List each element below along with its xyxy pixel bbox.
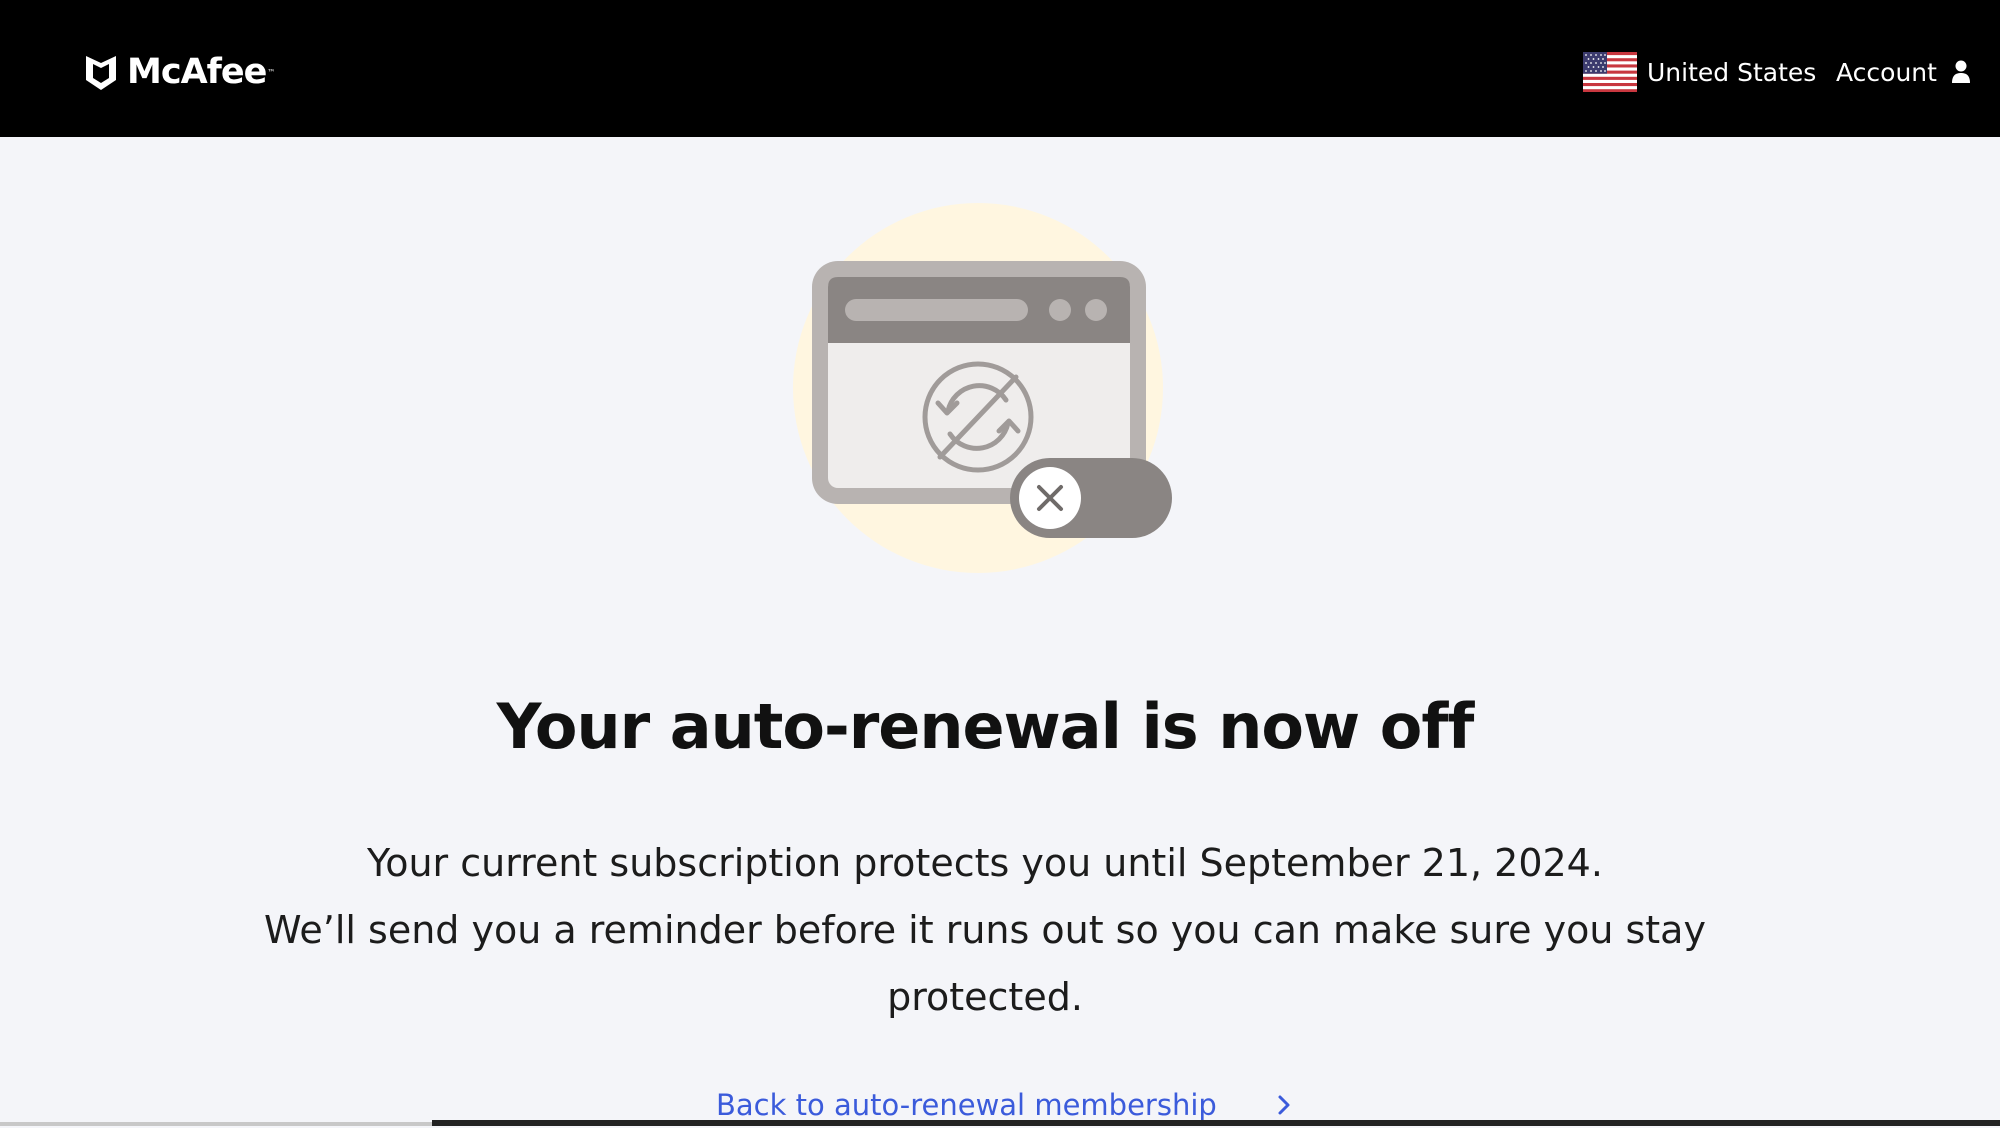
subscription-end-text: Your current subscription protects you u… [367,841,1603,885]
mcafee-logo[interactable]: McAfee ™ [83,50,275,94]
country-label: United States [1647,57,1817,87]
us-flag-icon [1583,52,1637,92]
back-link-label: Back to auto-renewal membership [716,1088,1217,1122]
browser-address-bar [845,299,1028,321]
mcafee-shield-icon [86,56,116,90]
subscription-message: Your current subscription protects you u… [200,830,1770,1031]
account-label: Account [1836,57,1937,87]
page-title: Your auto-renewal is now off [496,690,1475,763]
user-icon [1951,60,1970,83]
brand-trademark: ™ [267,67,276,77]
chevron-right-icon [1278,1095,1290,1115]
browser-dot-2 [1085,299,1107,321]
country-selector[interactable]: United States [1583,52,1816,92]
brand-name: McAfee [127,52,267,92]
account-menu[interactable]: Account [1836,52,1971,92]
horizontal-scrollbar[interactable] [432,1120,2000,1126]
browser-dot-1 [1049,299,1071,321]
horizontal-scrollbar-track [0,1122,432,1126]
reminder-text: We’ll send you a reminder before it runs… [264,908,1706,1019]
auto-renewal-off-illustration [793,203,1172,573]
top-navigation-bar: McAfee ™ United States Account [0,0,2000,137]
